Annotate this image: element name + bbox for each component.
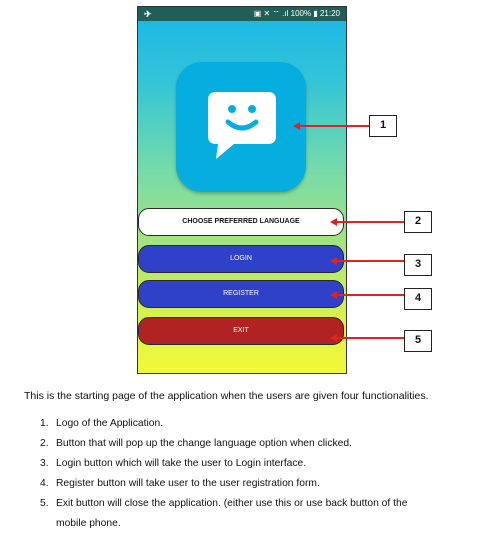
callout-box-3: 3 — [404, 254, 432, 276]
battery-icon: ▣ ✕ ⌔ .ıl — [253, 9, 291, 18]
phone-screenshot: ✈ ▣ ✕ ⌔ .ıl 100% ▮ 21:20 CHOOSE PREFERRE… — [137, 6, 347, 374]
callout-line-4 — [336, 294, 406, 296]
callout-box-5: 5 — [404, 330, 432, 352]
callout-line-5 — [336, 337, 406, 339]
status-right: ▣ ✕ ⌔ .ıl 100% ▮ 21:20 — [254, 7, 340, 21]
list-item: 2. Button that will pop up the change lan… — [40, 438, 352, 449]
callout-box-4: 4 — [404, 288, 432, 310]
intro-text: This is the starting page of the applica… — [24, 390, 429, 402]
document-page: ✈ ▣ ✕ ⌔ .ıl 100% ▮ 21:20 CHOOSE PREFERRE… — [0, 0, 478, 535]
callout-line-3 — [336, 260, 406, 262]
list-item: 5. Exit button will close the application… — [40, 498, 408, 509]
list-item: 4. Register button will take user to the … — [40, 478, 320, 489]
clock: 21:20 — [319, 9, 340, 18]
callout-line-1 — [299, 125, 369, 127]
exit-button[interactable]: EXIT — [138, 317, 344, 345]
battery-glyph: ▮ — [313, 9, 318, 18]
app-logo — [176, 62, 306, 192]
list-item: 1. Logo of the Application. — [40, 418, 164, 429]
feature-list: 1. Logo of the Application. 2. Button that… — [40, 414, 407, 534]
callout-box-2: 2 — [404, 211, 432, 233]
status-bar: ✈ ▣ ✕ ⌔ .ıl 100% ▮ 21:20 — [138, 7, 346, 21]
login-button[interactable]: LOGIN — [138, 245, 344, 273]
list-item-continuation: mobile phone. — [56, 518, 121, 529]
list-item: 3. Login button which will take the user … — [40, 458, 307, 469]
callout-line-2 — [336, 221, 406, 223]
battery-level: 100% — [290, 9, 312, 18]
callout-box-1: 1 — [369, 115, 397, 137]
choose-language-button[interactable]: CHOOSE PREFERRED LANGUAGE — [138, 208, 344, 236]
chat-bubble-smile-icon — [208, 92, 276, 159]
notification-icon: ✈ — [144, 9, 152, 19]
register-button[interactable]: REGISTER — [138, 280, 344, 308]
